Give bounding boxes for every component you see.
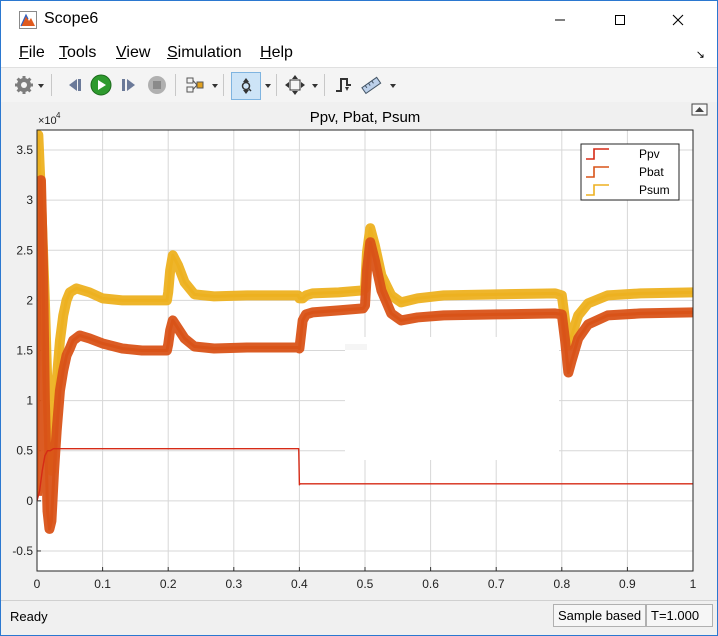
y-tick-label: 1 — [26, 394, 33, 408]
toolbar — [1, 67, 717, 103]
legend-label-pbat: Pbat — [639, 165, 664, 179]
gear-icon[interactable] — [13, 74, 35, 96]
y-tick-label: 2 — [26, 293, 33, 307]
maximize-icon — [615, 15, 625, 25]
menu-simulation[interactable]: Simulation — [167, 44, 242, 62]
x-tick-label: 0.4 — [291, 577, 308, 591]
y-tick-label: -0.5 — [12, 544, 33, 558]
status-text: Ready — [10, 609, 48, 624]
y-multiplier-exponent: 4 — [56, 111, 61, 120]
signal-dropdown-icon[interactable] — [212, 84, 218, 88]
zoom-dropdown-icon[interactable] — [265, 84, 271, 88]
menu-view[interactable]: View — [116, 44, 150, 62]
close-button[interactable] — [655, 1, 701, 39]
signal-select-icon[interactable] — [184, 74, 206, 96]
blank-patch — [345, 337, 559, 460]
zoom-icon[interactable] — [231, 72, 261, 100]
y-tick-label: 3.5 — [16, 143, 33, 157]
plot-panel: 0 0.1 0.2 0.3 0.4 0.5 0.6 0.7 0.8 0.9 1 -0.5 0 0.5 1 1.… — [1, 102, 717, 599]
y-tick-label: 0.5 — [16, 444, 33, 458]
sample-mode-indicator: Sample based — [553, 604, 647, 627]
x-tick-label: 0.6 — [422, 577, 439, 591]
y-multiplier: ×10 — [38, 115, 57, 127]
blank-patch-edge — [345, 344, 367, 350]
menu-simulation-rest: imulation — [177, 44, 242, 61]
fit-dropdown-icon[interactable] — [312, 84, 318, 88]
x-tick-label: 0.5 — [357, 577, 374, 591]
triggers-icon[interactable] — [332, 74, 354, 96]
stop-icon[interactable] — [146, 74, 168, 96]
toolbar-separator — [175, 74, 176, 96]
settings-dropdown-icon[interactable] — [38, 84, 44, 88]
toolbar-separator — [276, 74, 277, 96]
toolbar-separator — [51, 74, 52, 96]
close-icon — [672, 14, 684, 26]
step-back-icon[interactable] — [64, 74, 86, 96]
maximize-button[interactable] — [597, 1, 643, 39]
step-forward-icon[interactable] — [118, 74, 140, 96]
x-tick-label: 0 — [34, 577, 41, 591]
x-tick-label: 0.9 — [619, 577, 636, 591]
minimize-icon — [555, 19, 565, 21]
measurements-dropdown-icon[interactable] — [390, 84, 396, 88]
measurements-icon[interactable] — [360, 74, 382, 96]
window-title: Scope6 — [44, 10, 99, 27]
toolbar-separator — [324, 74, 325, 96]
scope-app-icon — [19, 11, 37, 29]
menu-view-rest: iew — [126, 44, 151, 61]
legend-label-psum: Psum — [639, 183, 670, 197]
menu-tools[interactable]: Tools — [59, 44, 96, 62]
menu-file[interactable]: File — [19, 44, 45, 62]
fit-to-view-icon[interactable] — [284, 74, 306, 96]
x-tick-label: 0.2 — [160, 577, 177, 591]
y-tick-label: 3 — [26, 193, 33, 207]
menu-tools-rest: ools — [67, 44, 97, 61]
toolbar-separator — [223, 74, 224, 96]
minimize-button[interactable] — [537, 1, 583, 39]
legend-label-ppv: Ppv — [639, 147, 660, 161]
undock-arrow-icon[interactable]: ↘ — [696, 48, 705, 61]
title-bar[interactable]: Scope6 — [1, 1, 717, 39]
y-tick-label: 2.5 — [16, 243, 33, 257]
x-tick-label: 0.1 — [94, 577, 111, 591]
y-tick-label: 1.5 — [16, 344, 33, 358]
status-bar: Ready Sample based T=1.000 — [1, 600, 717, 635]
run-icon[interactable] — [90, 74, 112, 96]
x-tick-label: 0.7 — [488, 577, 505, 591]
x-tick-label: 0.3 — [225, 577, 242, 591]
menu-bar: File Tools View Simulation Help ↘ — [1, 39, 717, 67]
scope-chart[interactable]: 0 0.1 0.2 0.3 0.4 0.5 0.6 0.7 0.8 0.9 1 -0.5 0 0.5 1 1.… — [1, 102, 717, 599]
scope-window: Scope6 File Tools View Simulation Help ↘ — [0, 0, 718, 636]
x-tick-label: 1 — [690, 577, 697, 591]
y-tick-label: 0 — [26, 494, 33, 508]
menu-file-rest: ile — [28, 44, 45, 61]
chart-title: Ppv, Pbat, Psum — [310, 109, 421, 126]
x-tick-label: 0.8 — [553, 577, 570, 591]
time-indicator: T=1.000 — [646, 604, 713, 627]
menu-help-rest: elp — [271, 44, 293, 61]
menu-help[interactable]: Help — [260, 44, 293, 62]
